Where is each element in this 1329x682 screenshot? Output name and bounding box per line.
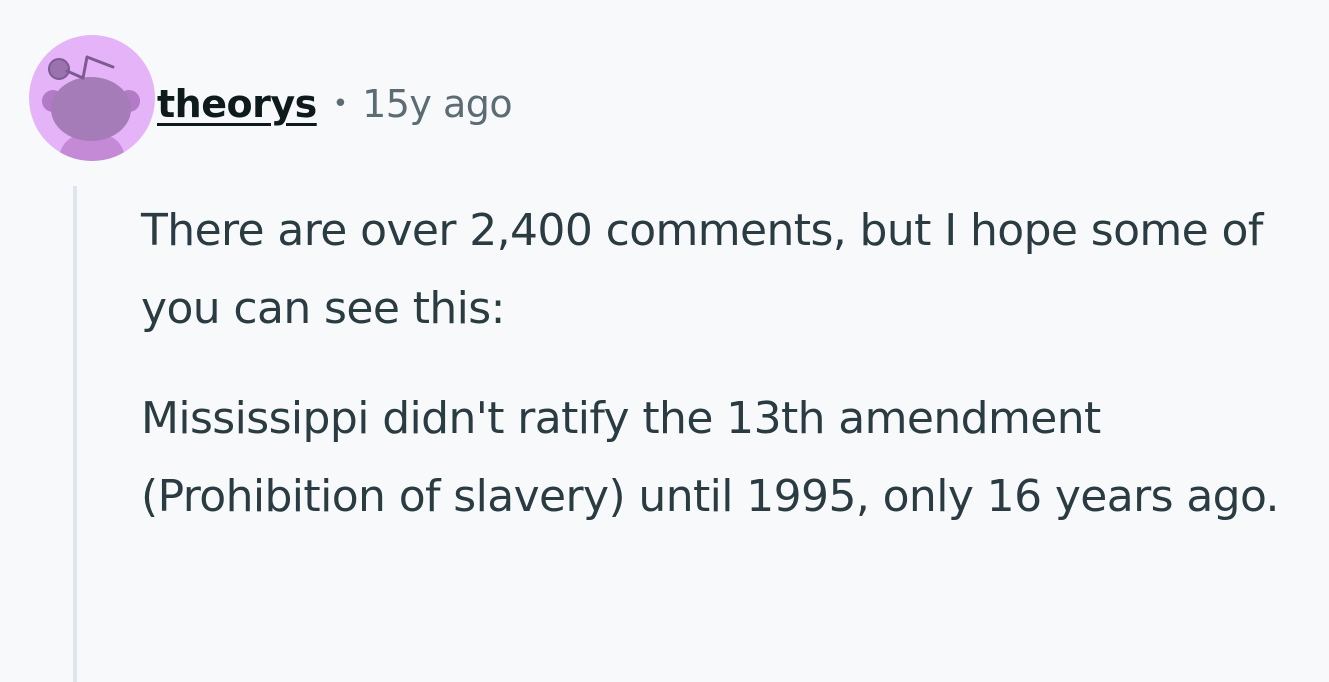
user-avatar[interactable] <box>29 35 155 161</box>
comment-body: There are over 2,400 comments, but I hop… <box>141 192 1326 536</box>
comment-paragraph: Mississippi didn't ratify the 13th amend… <box>141 393 1280 522</box>
thread-collapse-line[interactable] <box>73 186 77 682</box>
comment-paragraph: There are over 2,400 comments, but I hop… <box>141 205 1263 334</box>
comment-meta: theorys • 15y ago <box>157 78 513 130</box>
comment: theorys • 15y ago There are over 2,400 c… <box>0 0 1329 682</box>
comment-timestamp[interactable]: 15y ago <box>362 82 513 126</box>
snoo-avatar-icon <box>42 55 140 161</box>
meta-separator: • <box>332 89 349 119</box>
author-link[interactable]: theorys <box>157 82 317 126</box>
